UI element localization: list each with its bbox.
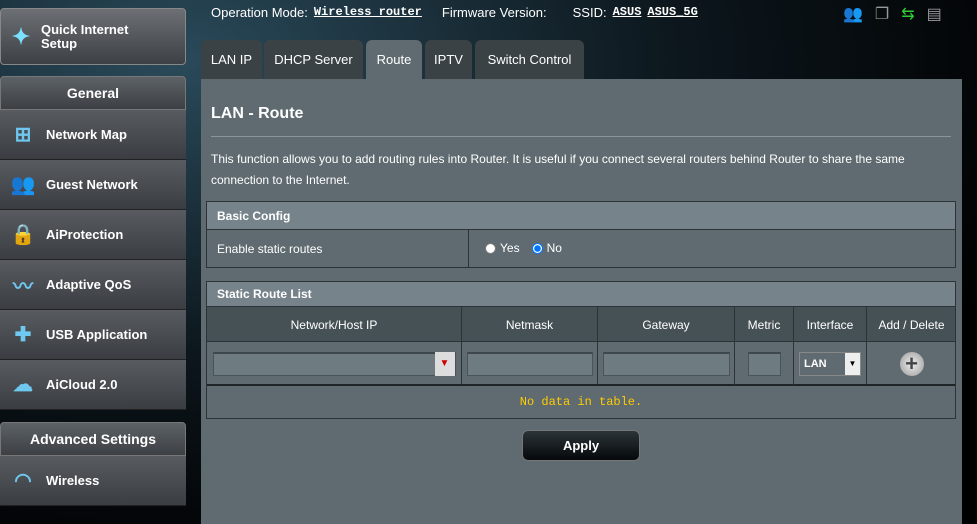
- column-header: Netmask: [462, 307, 598, 342]
- description: This function allows you to add routing …: [211, 152, 905, 187]
- sidebar-item-usb-application[interactable]: ✚ USB Application: [0, 310, 186, 360]
- basic-config-header: Basic Config: [207, 202, 955, 229]
- no-radio[interactable]: [531, 242, 543, 254]
- puzzle-icon: ✚: [14, 324, 32, 346]
- column-header: Network/Host IP: [207, 307, 462, 342]
- tab-iptv[interactable]: IPTV: [425, 40, 472, 79]
- tab-route[interactable]: Route: [366, 40, 422, 79]
- metric-input[interactable]: [747, 351, 781, 376]
- devices-icon[interactable]: ❐: [875, 4, 889, 24]
- general-header: General: [0, 76, 186, 110]
- ssid-link[interactable]: ASUS: [613, 5, 642, 20]
- sidebar-item-aicloud-2-0[interactable]: ☁ AiCloud 2.0: [0, 360, 186, 410]
- tab-dhcp-server[interactable]: DHCP Server: [264, 40, 363, 79]
- sidebar-item-adaptive-qos[interactable]: 〰 Adaptive QoS: [0, 260, 186, 310]
- empty-table-message: No data in table.: [207, 384, 955, 418]
- status-bar: Operation Mode: Wireless router Firmware …: [211, 5, 698, 20]
- magic-wand-icon: ✦: [11, 23, 31, 49]
- page-title: LAN - Route: [211, 105, 304, 122]
- tab-switch-control[interactable]: Switch Control: [475, 40, 584, 79]
- netmask-input[interactable]: [466, 351, 593, 376]
- add-icon[interactable]: +: [899, 351, 924, 376]
- gateway-input[interactable]: [602, 351, 730, 376]
- column-header: Add / Delete: [878, 317, 945, 332]
- enable-static-routes-label: Enable static routes: [207, 230, 469, 268]
- printer-icon[interactable]: ▤: [927, 4, 942, 24]
- quick-internet-setup-button[interactable]: ✦ Quick Internet Setup: [0, 8, 186, 65]
- column-header: Gateway: [598, 307, 735, 342]
- sidebar-item-network-map[interactable]: ⊞ Network Map: [0, 110, 186, 160]
- qos-icon: 〰: [13, 276, 33, 298]
- divider: [211, 136, 951, 137]
- ssid-5g-link[interactable]: ASUS_5G: [647, 5, 697, 20]
- basic-config-table: Basic Config Enable static routes Yes No: [206, 201, 956, 268]
- input-row: ▼ LAN ▼ +: [207, 341, 955, 385]
- network-host-ip-input[interactable]: ▼: [212, 351, 456, 376]
- wifi-icon: ◠: [14, 470, 32, 492]
- chevron-down-icon: ▼: [845, 352, 860, 375]
- cloud-icon: ☁: [13, 374, 33, 396]
- sidebar-item-aiprotection[interactable]: 🔒 AiProtection: [0, 210, 186, 260]
- yes-radio[interactable]: [485, 242, 496, 254]
- guest-network-icon: 👥: [10, 174, 36, 196]
- tab-lan-ip[interactable]: LAN IP: [201, 40, 262, 79]
- sidebar-item-wireless[interactable]: ◠ Wireless: [0, 456, 186, 506]
- apply-button[interactable]: Apply: [522, 430, 640, 461]
- sidebar-item-guest-network[interactable]: 👥 Guest Network: [0, 160, 186, 210]
- column-header: Metric: [735, 307, 794, 342]
- dropdown-arrow-icon[interactable]: ▼: [434, 351, 455, 376]
- network-map-icon: ⊞: [14, 124, 32, 146]
- column-header: Interface: [794, 307, 867, 342]
- lock-icon: 🔒: [10, 224, 36, 246]
- operation-mode-link[interactable]: Wireless router: [314, 5, 422, 20]
- interface-select[interactable]: LAN ▼: [799, 351, 861, 376]
- static-route-table: Static Route List Network/Host IP Netmask…: [206, 281, 956, 419]
- usb-icon[interactable]: ⇆: [901, 4, 914, 24]
- advanced-settings-header: Advanced Settings: [0, 422, 186, 456]
- clients-icon[interactable]: 👥: [843, 4, 863, 24]
- static-route-list-header: Static Route List: [207, 282, 955, 306]
